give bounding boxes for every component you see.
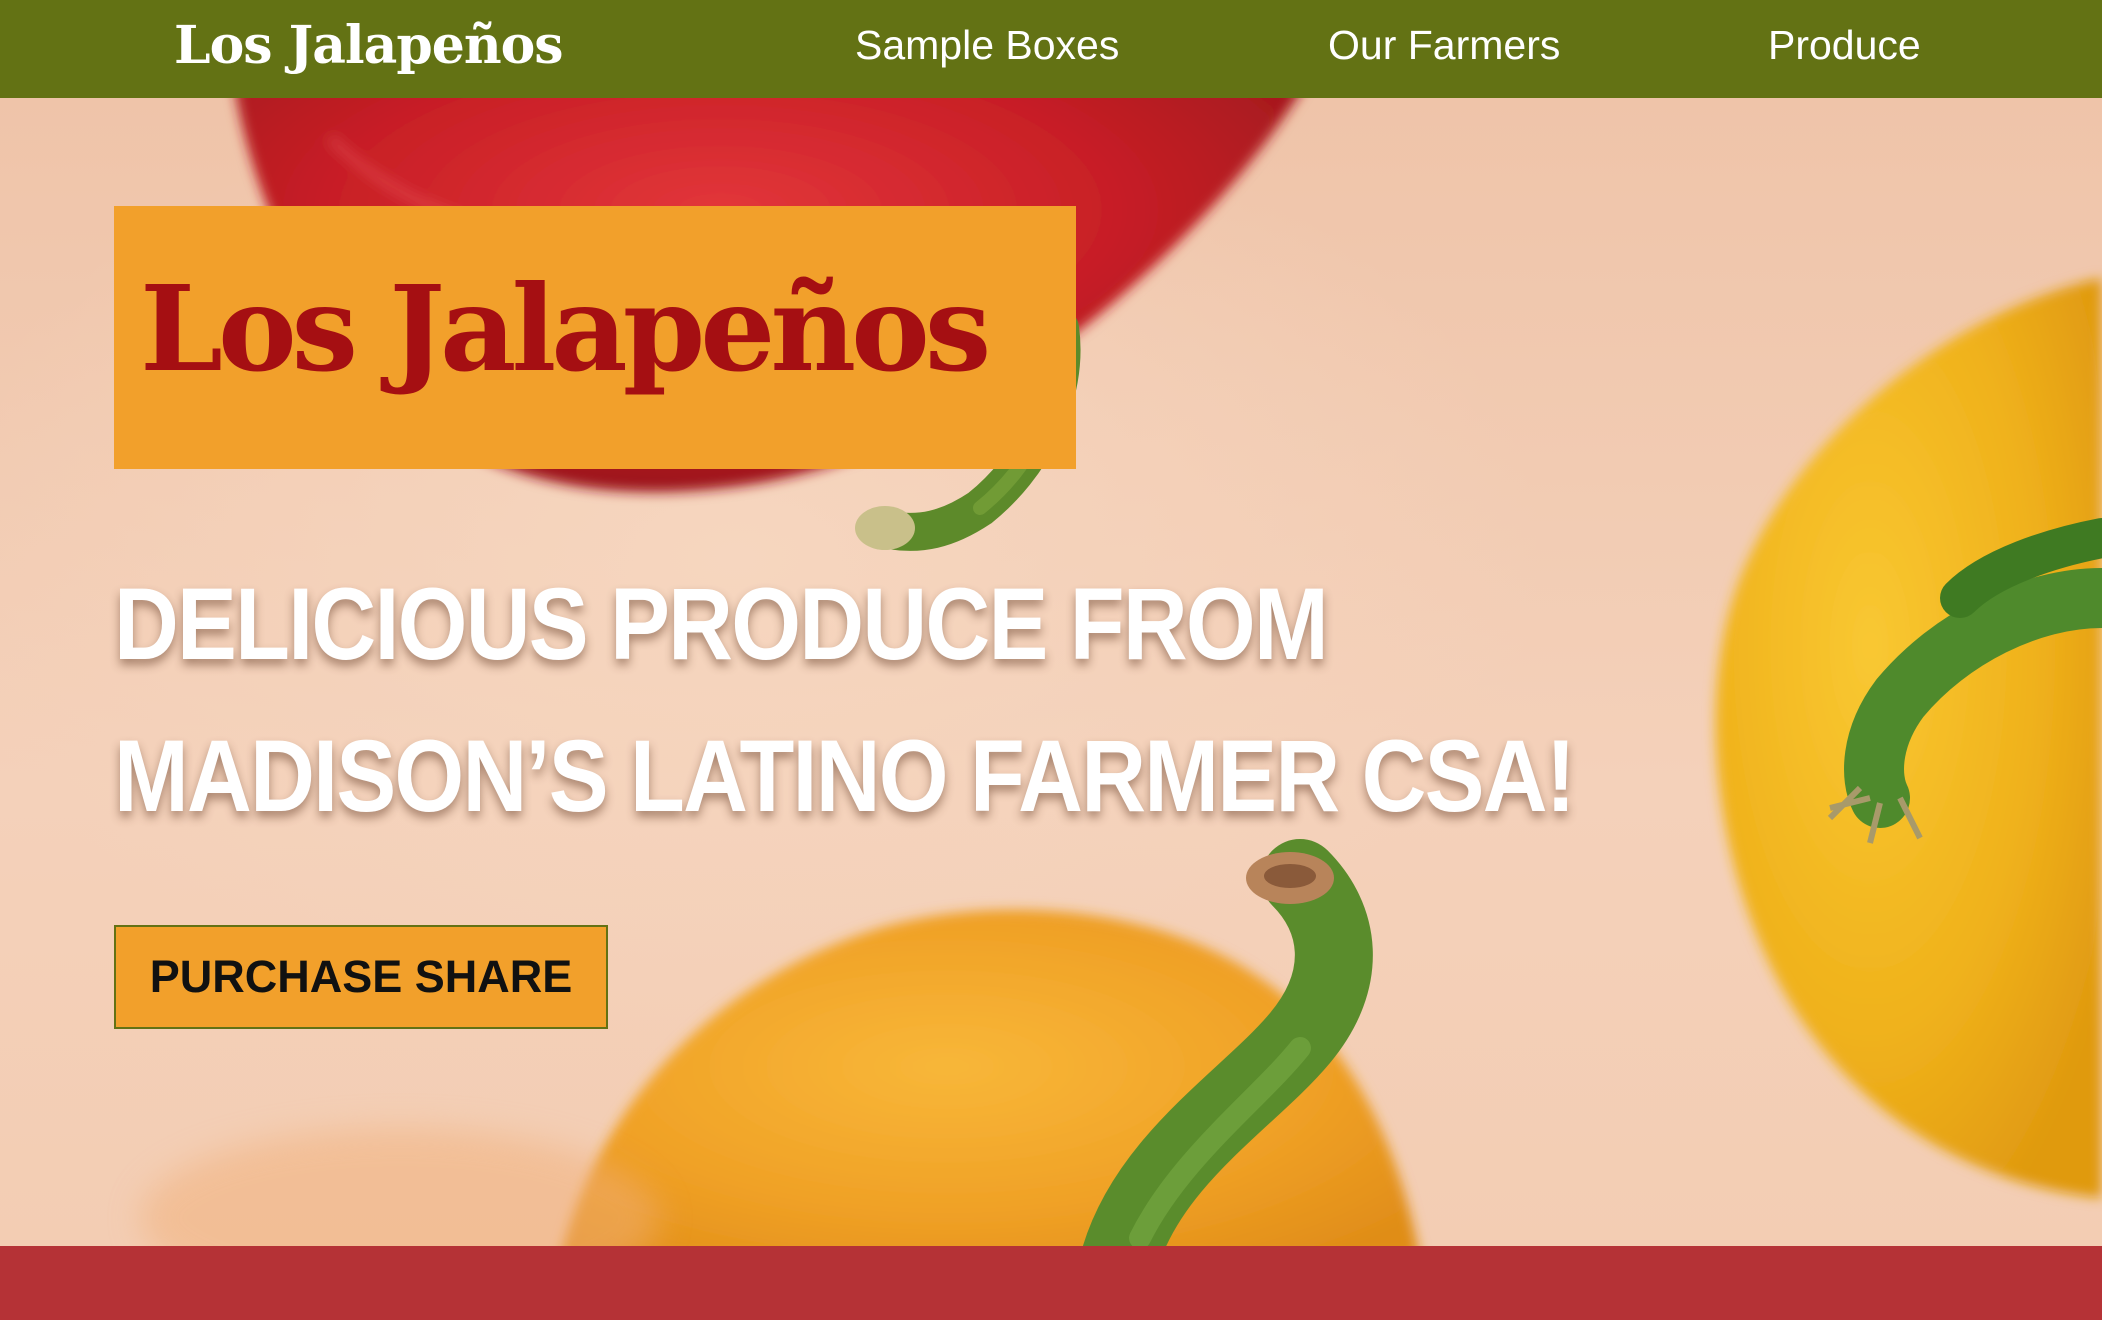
nav-link-our-farmers[interactable]: Our Farmers bbox=[1328, 18, 1560, 72]
top-navbar: Los Jalapeños Sample Boxes Our Farmers P… bbox=[0, 0, 2102, 98]
nav-link-sample-boxes[interactable]: Sample Boxes bbox=[855, 18, 1119, 72]
brand-logo-link[interactable]: Los Jalapeños bbox=[174, 10, 564, 82]
footer-band bbox=[0, 1246, 2102, 1320]
hero-headline: DELICIOUS PRODUCE FROM MADISON’S LATINO … bbox=[114, 567, 1576, 833]
nav-link-produce[interactable]: Produce bbox=[1768, 18, 1921, 72]
purchase-share-button[interactable]: PURCHASE SHARE bbox=[114, 925, 608, 1029]
hero-section: Los Jalapeños DELICIOUS PRODUCE FROM MAD… bbox=[0, 98, 2102, 1246]
hero-logo-text: Los Jalapeños bbox=[140, 259, 991, 398]
hero-logo-box: Los Jalapeños bbox=[114, 206, 1076, 469]
